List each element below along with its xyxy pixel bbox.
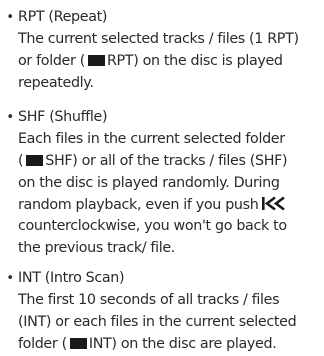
text-line: counterclockwise, you won't go back to [18, 218, 287, 235]
text-line: (INT) or each files in the current selec… [18, 313, 297, 330]
item-text: RPT (Repeat) The current selected tracks… [18, 7, 324, 95]
text-line: on the disc is played randomly. During [18, 174, 280, 191]
folder-icon [69, 337, 87, 349]
text-line: random playback, even if you push [18, 195, 324, 217]
text-line: the previous track/ file. [18, 240, 175, 257]
bullet: • [6, 10, 14, 25]
item-heading: SHF (Shuffle) [18, 109, 108, 125]
item-heading: RPT (Repeat) [18, 9, 108, 25]
text-line: (SHF) or all of the tracks / files (SHF) [18, 152, 288, 169]
text-line: or folder (RPT) on the disc is played [18, 52, 283, 69]
manual-page: • RPT (Repeat) The current selected trac… [0, 0, 324, 355]
skip-previous-icon [262, 196, 288, 219]
item-text: SHF (Shuffle) Each files in the current … [18, 107, 324, 260]
text-line: The first 10 seconds of all tracks / fil… [18, 291, 280, 308]
text-line: repeatedly. [18, 74, 94, 91]
folder-icon [87, 54, 105, 66]
folder-icon [26, 154, 44, 166]
text-line: Each files in the current selected folde… [18, 130, 285, 147]
bullet: • [6, 271, 14, 286]
text-line: folder (INT) on the disc are played. [18, 335, 277, 352]
text-line: The current selected tracks / files (1 R… [18, 30, 299, 47]
item-heading: INT (Intro Scan) [18, 270, 125, 286]
bullet: • [6, 110, 14, 125]
item-text: INT (Intro Scan) The first 10 seconds of… [18, 268, 324, 356]
